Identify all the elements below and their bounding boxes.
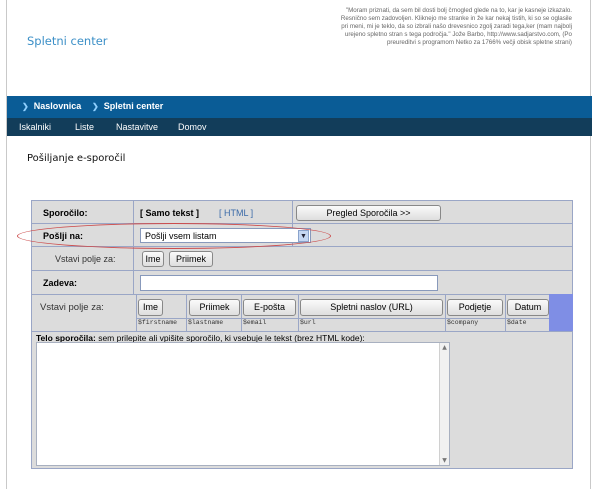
textarea-scrollbar[interactable]: ▲ ▼ bbox=[439, 343, 449, 465]
main-nav: Iskalniki Liste Nastavitve Domov bbox=[7, 118, 592, 136]
testimonial-quote: "Moram priznati, da sem bil dosti bolj č… bbox=[340, 7, 572, 47]
chevron-right-icon: ❯ bbox=[92, 102, 99, 111]
breadcrumb-label: Naslovnica bbox=[33, 101, 82, 111]
insert-date-button[interactable]: Datum bbox=[507, 299, 549, 316]
page: Spletni center "Moram priznati, da sem b… bbox=[6, 0, 592, 489]
header: Spletni center "Moram priznati, da sem b… bbox=[7, 0, 592, 96]
breadcrumb-item-spletni-center[interactable]: ❯ Spletni center bbox=[92, 101, 163, 111]
scroll-up-icon[interactable]: ▲ bbox=[441, 344, 448, 351]
nav-item-liste[interactable]: Liste bbox=[75, 122, 94, 132]
insert-url-button[interactable]: Spletni naslov (URL) bbox=[300, 299, 443, 316]
plain-text-link[interactable]: [ Samo tekst ] bbox=[140, 208, 199, 218]
divider bbox=[136, 294, 137, 331]
message-body-textarea[interactable]: ▲ ▼ bbox=[36, 342, 450, 466]
insert-firstname-button-2[interactable]: Ime bbox=[138, 299, 163, 316]
chevron-right-icon: ❯ bbox=[22, 102, 29, 111]
accent-block bbox=[549, 294, 573, 331]
divider bbox=[32, 294, 572, 295]
variable-firstname: $firstname bbox=[138, 319, 178, 326]
brand-title[interactable]: Spletni center bbox=[27, 34, 108, 48]
insert-lastname-button[interactable]: Priimek bbox=[169, 251, 213, 267]
divider bbox=[32, 270, 572, 271]
variable-url: $url bbox=[300, 319, 316, 326]
divider bbox=[445, 294, 446, 331]
insert-email-button[interactable]: E-pošta bbox=[243, 299, 296, 316]
variable-company: $company bbox=[447, 319, 479, 326]
subject-label: Zadeva: bbox=[43, 278, 78, 288]
variable-date: $date bbox=[507, 319, 527, 326]
variable-email: $email bbox=[243, 319, 267, 326]
insert-lastname-button-2[interactable]: Priimek bbox=[189, 299, 240, 316]
breadcrumb: ❯ Naslovnica ❯ Spletni center bbox=[7, 96, 592, 118]
nav-item-iskalniki[interactable]: Iskalniki bbox=[19, 122, 51, 132]
divider bbox=[505, 294, 506, 331]
breadcrumb-label: Spletni center bbox=[103, 101, 164, 111]
page-title: Pošiljanje e-sporočil bbox=[27, 153, 126, 164]
nav-item-domov[interactable]: Domov bbox=[178, 122, 207, 132]
message-label: Sporočilo: bbox=[43, 208, 88, 218]
insert-field-label-2: Vstavi polje za: bbox=[40, 302, 104, 313]
plain-text-label: [ Samo tekst ] bbox=[140, 208, 200, 218]
html-link[interactable]: [ HTML ] bbox=[219, 208, 253, 218]
insert-company-button[interactable]: Podjetje bbox=[447, 299, 503, 316]
highlight-ellipse bbox=[17, 223, 331, 249]
variable-lastname: $lastname bbox=[188, 319, 224, 326]
breadcrumb-item-naslovnica[interactable]: ❯ Naslovnica bbox=[22, 101, 81, 111]
preview-message-button[interactable]: Pregled Sporočila >> bbox=[296, 205, 441, 221]
divider bbox=[241, 294, 242, 331]
nav-item-nastavitve[interactable]: Nastavitve bbox=[116, 122, 158, 132]
divider bbox=[298, 294, 299, 331]
insert-field-label: Vstavi polje za: bbox=[55, 254, 116, 264]
insert-firstname-button[interactable]: Ime bbox=[142, 251, 164, 267]
subject-input[interactable] bbox=[140, 275, 438, 291]
divider bbox=[186, 294, 187, 331]
scroll-down-icon[interactable]: ▼ bbox=[441, 457, 448, 464]
divider bbox=[32, 331, 572, 332]
